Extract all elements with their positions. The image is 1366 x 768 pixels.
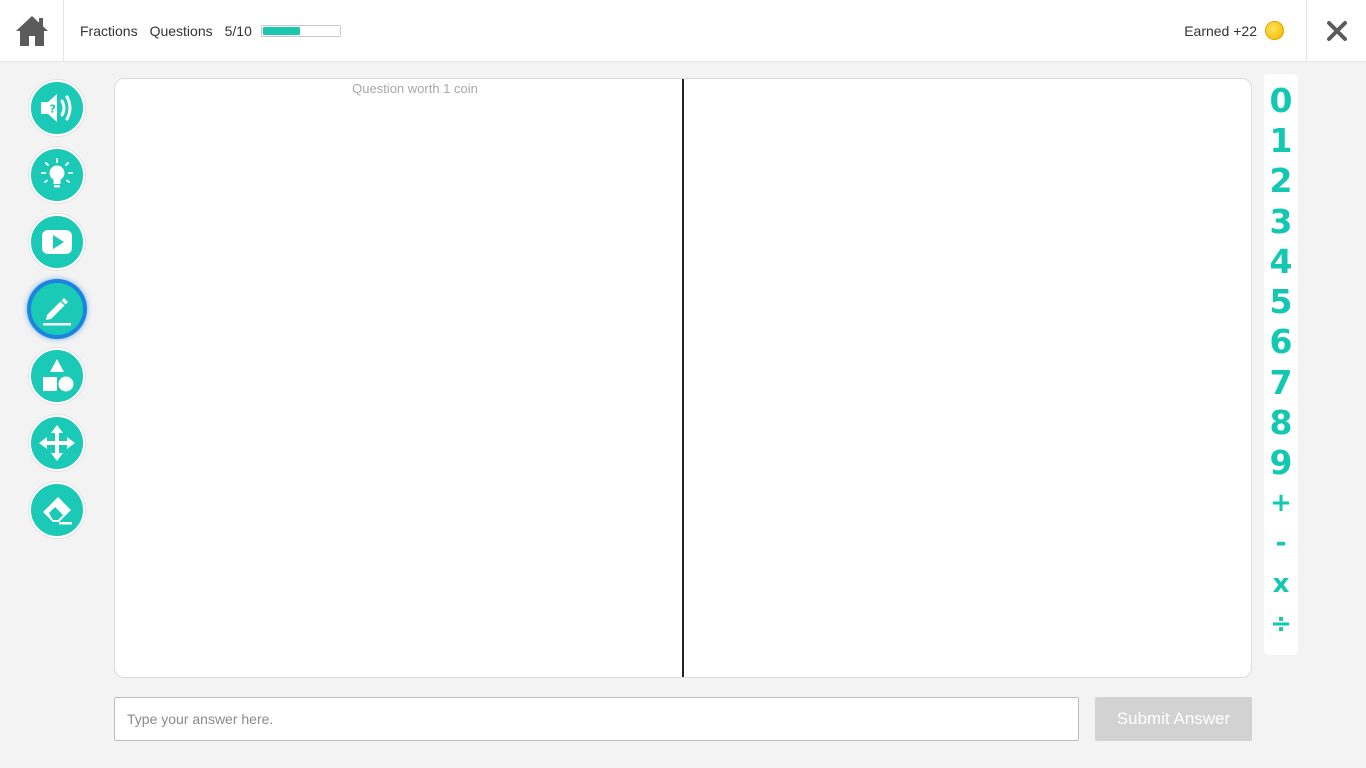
earned-label: Earned +22 — [1184, 22, 1257, 39]
top-bar: Fractions Questions 5/10 Earned +22 — [0, 0, 1366, 62]
video-play-icon — [42, 230, 72, 254]
key-3[interactable]: 3 — [1264, 201, 1298, 241]
key-plus[interactable]: + — [1264, 483, 1298, 523]
key-multiply[interactable]: x — [1264, 564, 1298, 604]
canvas-divider — [682, 79, 684, 677]
lightbulb-icon — [41, 158, 73, 188]
key-8[interactable]: 8 — [1264, 402, 1298, 442]
topic-label: Fractions — [80, 22, 138, 39]
key-0[interactable]: 0 — [1264, 80, 1298, 120]
home-button[interactable] — [0, 0, 64, 61]
key-6[interactable]: 6 — [1264, 322, 1298, 362]
key-7[interactable]: 7 — [1264, 362, 1298, 402]
answer-input[interactable] — [114, 697, 1079, 741]
number-pad: 0 1 2 3 4 5 6 7 8 9 + - x ÷ — [1264, 74, 1298, 655]
breadcrumb: Fractions Questions 5/10 — [80, 0, 341, 61]
coin-icon — [1265, 21, 1284, 40]
move-arrows-icon — [39, 425, 75, 461]
close-icon — [1326, 20, 1347, 41]
earned-coins: Earned +22 — [1184, 0, 1284, 61]
eraser-icon — [43, 497, 72, 525]
question-worth-text: Question worth 1 coin — [352, 81, 478, 96]
key-5[interactable]: 5 — [1264, 281, 1298, 321]
hint-button[interactable] — [29, 147, 85, 203]
questions-count: 5/10 — [224, 22, 252, 39]
home-icon — [15, 15, 48, 46]
key-1[interactable]: 1 — [1264, 120, 1298, 160]
pencil-tool-button[interactable] — [29, 281, 85, 337]
key-divide[interactable]: ÷ — [1264, 604, 1298, 644]
key-4[interactable]: 4 — [1264, 241, 1298, 281]
drawing-canvas[interactable]: Question worth 1 coin — [114, 78, 1252, 678]
move-tool-button[interactable] — [29, 415, 85, 471]
svg-text:?: ? — [50, 103, 56, 116]
close-button[interactable] — [1306, 0, 1366, 61]
video-button[interactable] — [29, 214, 85, 270]
progress-bar — [260, 24, 341, 37]
tool-palette: ? — [29, 80, 85, 549]
audio-question-icon: ? — [41, 94, 72, 122]
eraser-tool-button[interactable] — [29, 482, 85, 538]
shapes-tool-button[interactable] — [29, 348, 85, 404]
pencil-icon — [43, 298, 71, 326]
questions-label: Questions — [149, 22, 213, 39]
progress-fill — [262, 26, 300, 35]
key-minus[interactable]: - — [1264, 523, 1298, 563]
submit-answer-button[interactable]: Submit Answer — [1095, 697, 1252, 741]
key-2[interactable]: 2 — [1264, 161, 1298, 201]
key-9[interactable]: 9 — [1264, 443, 1298, 483]
read-aloud-button[interactable]: ? — [29, 80, 85, 136]
shapes-icon — [43, 359, 74, 392]
